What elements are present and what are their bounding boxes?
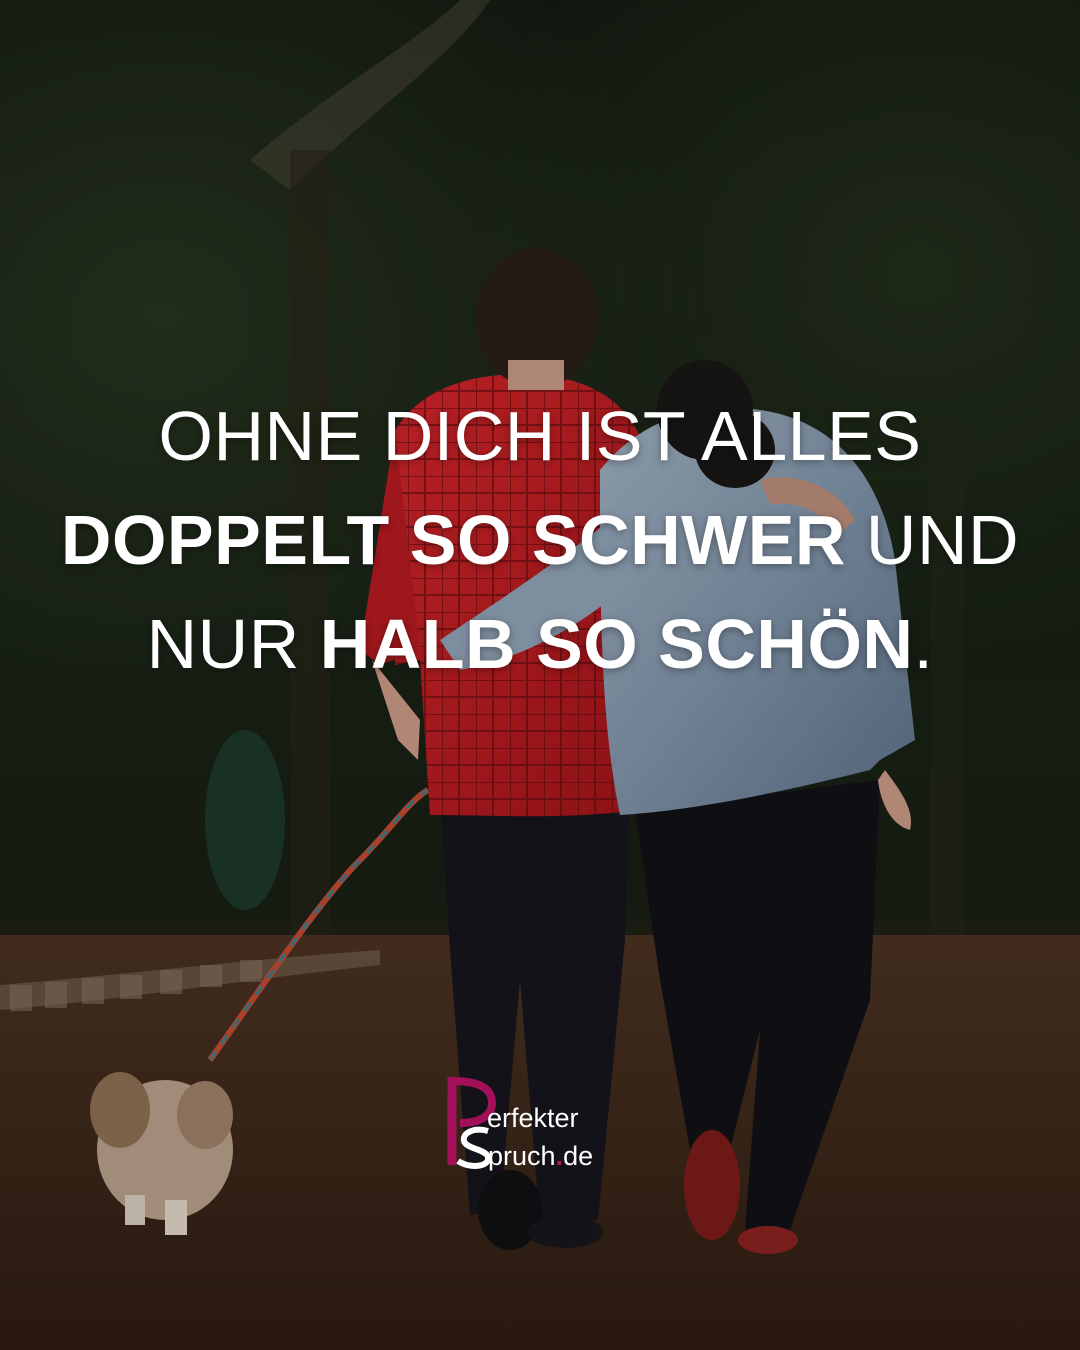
- logo-wordmark-bottom: pruch.de: [488, 1143, 593, 1170]
- quote-line-2-bold: DOPPELT SO SCHWER: [60, 501, 846, 579]
- quote-image: OHNE DICH IST ALLES DOPPELT SO SCHWER UN…: [0, 0, 1080, 1350]
- quote-line-1-text: OHNE DICH IST ALLES: [158, 397, 922, 475]
- quote-line-3: NUR HALB SO SCHÖN.: [0, 592, 1080, 696]
- quote-line-2-light: UND: [845, 501, 1020, 579]
- quote-line-3-period: .: [913, 605, 934, 683]
- logo-tld: de: [563, 1141, 594, 1171]
- quote-line-3-light: NUR: [146, 605, 320, 683]
- quote-text: OHNE DICH IST ALLES DOPPELT SO SCHWER UN…: [0, 384, 1080, 696]
- quote-line-2: DOPPELT SO SCHWER UND: [0, 488, 1080, 592]
- perfekter-spruch-logo: erfekter pruch.de: [446, 1073, 646, 1173]
- quote-line-1: OHNE DICH IST ALLES: [0, 384, 1080, 488]
- logo-dot: .: [555, 1141, 564, 1171]
- quote-line-3-bold: HALB SO SCHÖN: [319, 605, 914, 683]
- logo-wordmark-top: erfekter: [487, 1103, 579, 1133]
- logo-word-spruch: pruch: [488, 1141, 556, 1171]
